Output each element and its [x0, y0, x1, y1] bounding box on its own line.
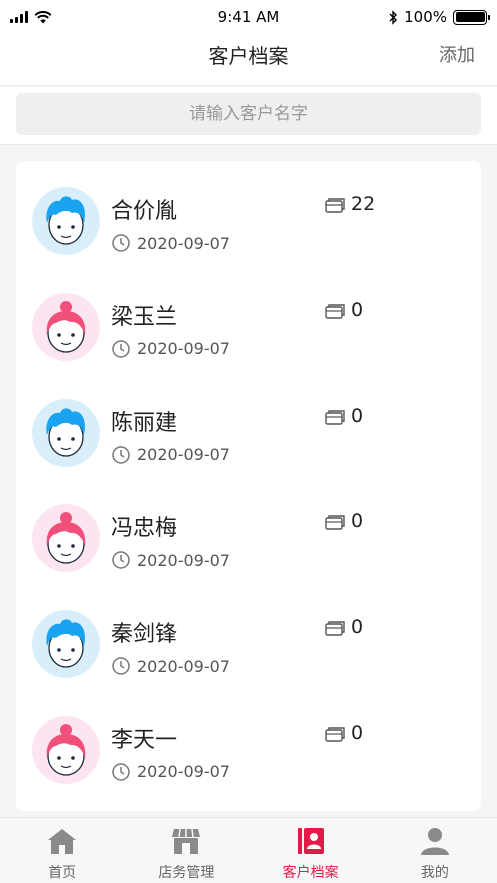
male-avatar — [32, 610, 100, 679]
female-avatar — [32, 715, 100, 784]
user-icon — [420, 828, 449, 855]
customer-date: 2020-09-07 — [137, 762, 230, 782]
search-bar — [0, 87, 497, 145]
card-icon — [325, 619, 345, 636]
clock-icon — [111, 550, 131, 570]
customer-count: 0 — [351, 616, 364, 639]
customer-row[interactable]: 李天一 2020-09-07 0 — [16, 690, 481, 796]
customer-date: 2020-09-07 — [137, 550, 230, 570]
clock-icon — [111, 233, 131, 253]
customer-name: 李天一 — [111, 727, 178, 753]
tab-label: 首页 — [48, 865, 77, 881]
wifi-icon — [34, 10, 52, 23]
customer-row[interactable]: 合价胤 2020-09-07 22 — [16, 161, 481, 267]
customer-name: 梁玉兰 — [111, 304, 178, 330]
clock-icon — [111, 656, 131, 676]
customer-name: 陈丽建 — [111, 410, 178, 436]
customer-count: 0 — [351, 404, 364, 427]
customer-count: 0 — [351, 298, 364, 321]
navigation-bar: 客户档案 添加 — [0, 34, 497, 86]
tab-home[interactable]: 首页 — [0, 818, 124, 883]
page-title: 客户档案 — [208, 44, 289, 68]
card-icon — [325, 408, 345, 425]
customer-row[interactable]: 陈丽建 2020-09-07 0 — [16, 373, 481, 479]
customer-name: 秦剑锋 — [111, 622, 178, 648]
customer-date: 2020-09-07 — [137, 445, 230, 465]
store-icon — [172, 828, 201, 854]
customer-count: 22 — [351, 193, 376, 215]
tab-mine[interactable]: 我的 — [373, 818, 497, 883]
tab-customer-file[interactable]: 客户档案 — [249, 818, 373, 883]
signal-icon — [10, 11, 28, 23]
customer-list: 合价胤 2020-09-07 22 梁玉兰 2020-09-07 0 陈丽建 2… — [16, 161, 481, 811]
clock-icon — [111, 339, 131, 359]
battery-icon — [453, 9, 490, 25]
card-icon — [325, 513, 345, 531]
tab-bar: 首页 店务管理 客户档案 我的 — [0, 817, 497, 883]
card-icon — [325, 196, 345, 213]
customer-row[interactable]: 梁玉兰 2020-09-07 0 — [16, 267, 481, 373]
customer-name: 合价胤 — [111, 199, 178, 224]
clock-icon — [111, 762, 131, 782]
male-avatar — [32, 187, 100, 255]
tab-store[interactable]: 店务管理 — [124, 818, 248, 883]
customer-date: 2020-09-07 — [137, 233, 230, 253]
customer-row[interactable]: 冯忠梅 2020-09-07 0 — [16, 478, 481, 584]
customer-count: 0 — [351, 721, 364, 744]
customer-date: 2020-09-07 — [137, 656, 230, 676]
status-bar: 9:41 AM 100% — [0, 0, 497, 34]
clock-icon — [111, 445, 131, 465]
add-button[interactable]: 添加 — [439, 34, 475, 78]
card-icon — [325, 302, 345, 319]
female-avatar — [32, 504, 100, 573]
customer-row[interactable]: 秦剑锋 2020-09-07 0 — [16, 584, 481, 690]
tab-label: 店务管理 — [158, 865, 215, 881]
tab-label: 客户档案 — [282, 865, 339, 881]
customer-date: 2020-09-07 — [137, 339, 230, 359]
male-avatar — [32, 398, 100, 467]
customer-count: 0 — [351, 510, 364, 533]
bluetooth-icon — [389, 9, 398, 25]
search-input[interactable] — [16, 93, 481, 135]
card-icon — [325, 725, 345, 742]
customer-file-icon — [297, 828, 324, 854]
female-avatar — [32, 292, 100, 361]
home-icon — [48, 829, 77, 854]
tab-label: 我的 — [420, 865, 449, 881]
customer-name: 冯忠梅 — [111, 516, 178, 542]
battery-percent: 100% — [404, 8, 447, 26]
